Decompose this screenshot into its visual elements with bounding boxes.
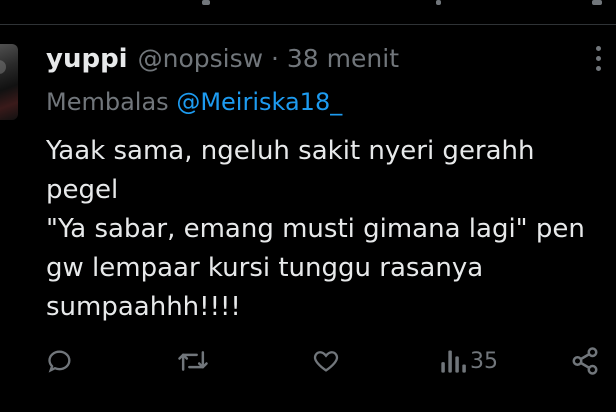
- comment-icon: [48, 350, 71, 373]
- previous-tweet-actions: [0, 0, 616, 12]
- display-name[interactable]: yuppi: [46, 44, 128, 74]
- reply-button[interactable]: [46, 346, 74, 376]
- reply-context: Membalas @Meiriska18_: [46, 88, 342, 116]
- user-handle[interactable]: @nopsisw: [138, 44, 263, 73]
- partial-icon: [436, 0, 441, 5]
- retweet-button[interactable]: [177, 346, 209, 376]
- tweet-time[interactable]: 38 menit: [287, 44, 399, 73]
- partial-icon: [202, 0, 210, 5]
- reply-mention-link[interactable]: @Meiriska18_: [176, 88, 342, 116]
- partial-icon: [592, 0, 602, 5]
- tweet-text: Yaak sama, ngeluh sakit nyeri gerahh peg…: [46, 136, 585, 322]
- views-button[interactable]: 35: [440, 346, 498, 376]
- separator-dot: ·: [271, 44, 279, 73]
- more-options-icon[interactable]: [593, 46, 603, 76]
- reply-prefix: Membalas: [46, 88, 169, 116]
- divider: [0, 24, 616, 25]
- tweet-actions-bar: 35: [0, 346, 616, 376]
- like-button[interactable]: [312, 346, 340, 376]
- views-count: 35: [470, 348, 498, 374]
- views-icon: [441, 350, 466, 373]
- heart-icon: [313, 351, 339, 372]
- retweet-icon: [178, 351, 208, 371]
- avatar[interactable]: [0, 44, 18, 120]
- share-button[interactable]: [570, 346, 600, 376]
- tweet-header: yuppi @nopsisw · 38 menit: [46, 44, 399, 78]
- share-icon: [572, 347, 598, 375]
